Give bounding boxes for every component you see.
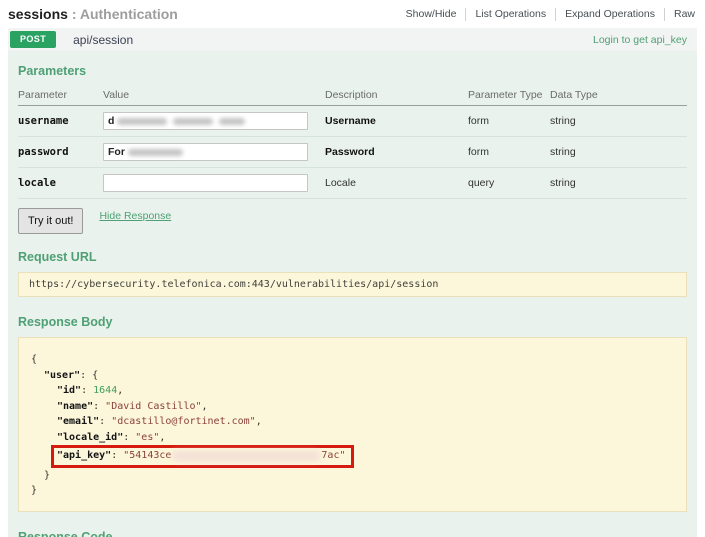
endpoint-bar[interactable]: POST api/session Login to get api_key <box>8 28 697 51</box>
param-description: Username <box>325 115 468 127</box>
hide-response-link[interactable]: Hide Response <box>99 210 171 222</box>
login-to-get-api-key-link[interactable]: Login to get api_key <box>593 34 687 46</box>
param-name: username <box>18 115 103 127</box>
param-data-type: string <box>550 177 687 189</box>
json-line: "locale_id": "es", <box>31 430 674 446</box>
redacted-text <box>117 118 167 125</box>
col-parameter: Parameter <box>18 89 103 101</box>
response-body-box: { "user": { "id": 1644, "name": "David C… <box>18 337 687 512</box>
redacted-api-key <box>172 451 320 461</box>
request-url-value: https://cybersecurity.telefonica.com:443… <box>29 279 438 290</box>
locale-input[interactable] <box>103 174 308 192</box>
param-data-type: string <box>550 146 687 158</box>
password-input[interactable]: For <box>103 143 308 161</box>
redacted-text <box>219 118 245 125</box>
parameters-heading: Parameters <box>18 64 687 78</box>
endpoint-path[interactable]: api/session <box>73 33 133 47</box>
password-value-visible: For <box>108 146 125 158</box>
col-data-type: Data Type <box>550 89 687 101</box>
show-hide-link[interactable]: Show/Hide <box>397 8 466 20</box>
request-url-heading: Request URL <box>18 250 687 264</box>
username-input[interactable]: d <box>103 112 308 130</box>
redacted-text <box>173 118 213 125</box>
header-links: Show/Hide List Operations Expand Operati… <box>397 8 699 21</box>
param-type: form <box>468 115 550 127</box>
parameter-row-username: username d Username form string <box>18 106 687 137</box>
json-line: } <box>31 468 674 484</box>
title-separator: : <box>68 6 80 22</box>
page-header: sessions : Authentication Show/Hide List… <box>0 0 705 28</box>
parameter-row-locale: locale Locale query string <box>18 168 687 199</box>
json-line: { <box>31 352 674 368</box>
col-value: Value <box>103 89 325 101</box>
expand-operations-link[interactable]: Expand Operations <box>556 8 664 20</box>
raw-link[interactable]: Raw <box>665 8 699 20</box>
list-operations-link[interactable]: List Operations <box>466 8 555 20</box>
param-description: Password <box>325 146 468 158</box>
json-line: } <box>31 483 674 499</box>
http-method-badge[interactable]: POST <box>10 31 56 48</box>
param-type: form <box>468 146 550 158</box>
json-line: "id": 1644, <box>31 383 674 399</box>
param-name: password <box>18 146 103 158</box>
api-key-highlight-box: "api_key": "54143ce7ac" <box>51 445 354 468</box>
json-line: "name": "David Castillo", <box>31 399 674 415</box>
resource-name: sessions <box>8 6 68 22</box>
parameter-row-password: password For Password form string <box>18 137 687 168</box>
param-type: query <box>468 177 550 189</box>
parameters-table: Parameter Value Description Parameter Ty… <box>18 84 687 199</box>
try-it-out-button[interactable]: Try it out! <box>18 208 83 234</box>
param-name: locale <box>18 177 103 189</box>
redacted-text <box>128 149 183 156</box>
param-description: Locale <box>325 177 468 189</box>
col-description: Description <box>325 89 468 101</box>
username-value-visible: d <box>108 115 114 127</box>
page-title: sessions : Authentication <box>8 6 178 22</box>
json-line-api-key: "api_key": "54143ce7ac" <box>31 445 674 468</box>
operation-content: Parameters Parameter Value Description P… <box>8 51 697 537</box>
resource-description: Authentication <box>80 6 178 22</box>
col-parameter-type: Parameter Type <box>468 89 550 101</box>
param-data-type: string <box>550 115 687 127</box>
json-line: "email": "dcastillo@fortinet.com", <box>31 414 674 430</box>
actions-row: Try it out! Hide Response <box>18 208 687 234</box>
response-body-heading: Response Body <box>18 315 687 329</box>
request-url-box: https://cybersecurity.telefonica.com:443… <box>18 272 687 297</box>
json-line: "user": { <box>31 368 674 384</box>
parameters-table-header: Parameter Value Description Parameter Ty… <box>18 84 687 106</box>
